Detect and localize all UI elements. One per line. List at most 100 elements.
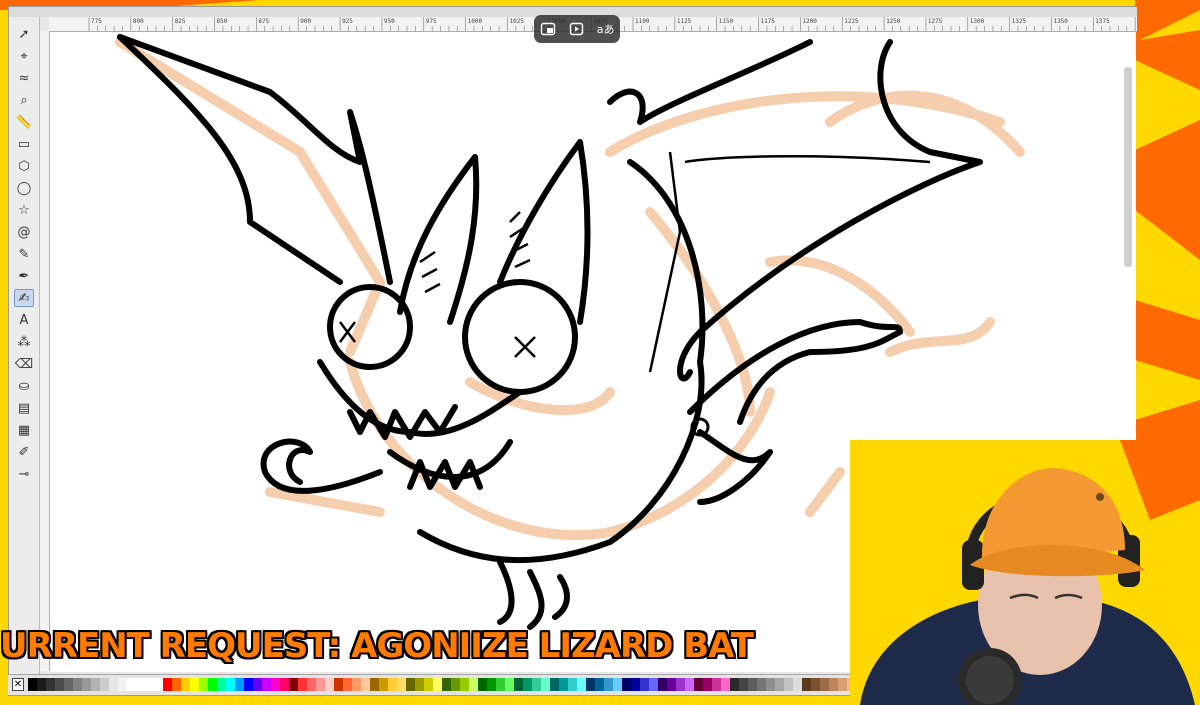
color-swatch[interactable] <box>604 678 613 691</box>
color-swatch[interactable] <box>730 678 739 691</box>
gradient-tool-icon[interactable]: ▤ <box>14 399 34 417</box>
color-swatch[interactable] <box>442 678 451 691</box>
color-swatch[interactable] <box>766 678 775 691</box>
3d-box-tool-icon[interactable]: ⬡ <box>14 157 34 175</box>
color-swatch[interactable] <box>55 678 64 691</box>
color-swatch[interactable] <box>226 678 235 691</box>
picture-in-picture-icon[interactable] <box>539 20 557 38</box>
color-swatch[interactable] <box>289 678 298 691</box>
color-swatch[interactable] <box>163 678 172 691</box>
color-swatch[interactable] <box>361 678 370 691</box>
pen-tool-icon[interactable]: ✒ <box>14 267 34 285</box>
selector-tool-icon[interactable]: ➚ <box>14 25 34 43</box>
color-swatch[interactable] <box>784 678 793 691</box>
color-swatch[interactable] <box>37 678 46 691</box>
color-swatch[interactable] <box>649 678 658 691</box>
zoom-tool-icon[interactable]: ⌕ <box>14 91 34 109</box>
tweak-tool-icon[interactable]: ≈ <box>14 69 34 87</box>
color-swatch[interactable] <box>127 678 136 691</box>
color-swatch[interactable] <box>739 678 748 691</box>
color-swatch[interactable] <box>775 678 784 691</box>
measure-tool-icon[interactable]: 📏 <box>14 113 34 131</box>
color-swatch[interactable] <box>370 678 379 691</box>
color-swatch[interactable] <box>343 678 352 691</box>
color-swatch[interactable] <box>406 678 415 691</box>
color-swatch[interactable] <box>64 678 73 691</box>
color-swatch[interactable] <box>748 678 757 691</box>
color-swatch[interactable] <box>640 678 649 691</box>
color-swatch[interactable] <box>811 678 820 691</box>
text-tool-icon[interactable]: A <box>14 311 34 329</box>
color-swatch[interactable] <box>658 678 667 691</box>
color-swatch[interactable] <box>316 678 325 691</box>
dropper-tool-icon[interactable]: ✐ <box>14 443 34 461</box>
ellipse-tool-icon[interactable]: ◯ <box>14 179 34 197</box>
vertical-ruler[interactable] <box>39 31 50 671</box>
rectangle-tool-icon[interactable]: ▭ <box>14 135 34 153</box>
color-swatch[interactable] <box>154 678 163 691</box>
star-tool-icon[interactable]: ☆ <box>14 201 34 219</box>
color-swatch[interactable] <box>109 678 118 691</box>
color-swatch[interactable] <box>505 678 514 691</box>
color-swatch[interactable] <box>460 678 469 691</box>
color-swatch[interactable] <box>244 678 253 691</box>
node-tool-icon[interactable]: ⌖ <box>14 47 34 65</box>
color-swatch[interactable] <box>451 678 460 691</box>
color-swatch[interactable] <box>415 678 424 691</box>
color-swatch[interactable] <box>262 678 271 691</box>
color-swatch[interactable] <box>271 678 280 691</box>
color-swatch[interactable] <box>667 678 676 691</box>
color-swatch[interactable] <box>523 678 532 691</box>
color-swatch[interactable] <box>721 678 730 691</box>
color-swatch[interactable] <box>298 678 307 691</box>
color-swatch[interactable] <box>217 678 226 691</box>
color-swatch[interactable] <box>613 678 622 691</box>
color-swatch[interactable] <box>100 678 109 691</box>
color-swatch[interactable] <box>397 678 406 691</box>
color-swatch[interactable] <box>379 678 388 691</box>
color-swatch[interactable] <box>829 678 838 691</box>
spiral-tool-icon[interactable]: @ <box>14 223 34 241</box>
color-swatch[interactable] <box>145 678 154 691</box>
color-swatch[interactable] <box>91 678 100 691</box>
color-swatch[interactable] <box>559 678 568 691</box>
color-swatch[interactable] <box>586 678 595 691</box>
no-paint-swatch[interactable]: ✕ <box>12 678 24 691</box>
eraser-tool-icon[interactable]: ⌫ <box>14 355 34 373</box>
color-swatch[interactable] <box>469 678 478 691</box>
color-swatch[interactable] <box>595 678 604 691</box>
translate-icon[interactable]: aあ <box>597 20 615 38</box>
color-swatch[interactable] <box>838 678 847 691</box>
paint-bucket-tool-icon[interactable]: ⛀ <box>14 377 34 395</box>
color-swatch[interactable] <box>676 678 685 691</box>
color-swatch[interactable] <box>487 678 496 691</box>
connector-tool-icon[interactable]: ⊸ <box>14 465 34 483</box>
color-swatch[interactable] <box>190 678 199 691</box>
color-swatch[interactable] <box>496 678 505 691</box>
color-swatch[interactable] <box>46 678 55 691</box>
color-swatch[interactable] <box>82 678 91 691</box>
color-swatch[interactable] <box>280 678 289 691</box>
color-swatch[interactable] <box>568 678 577 691</box>
color-swatch[interactable] <box>793 678 802 691</box>
color-swatch[interactable] <box>820 678 829 691</box>
color-swatch[interactable] <box>577 678 586 691</box>
color-swatch[interactable] <box>388 678 397 691</box>
sparkle-video-icon[interactable] <box>568 20 586 38</box>
color-swatch[interactable] <box>235 678 244 691</box>
color-swatch[interactable] <box>199 678 208 691</box>
vertical-scrollbar[interactable] <box>1124 67 1132 267</box>
color-swatch[interactable] <box>622 678 631 691</box>
color-swatch[interactable] <box>757 678 766 691</box>
color-swatch[interactable] <box>307 678 316 691</box>
color-swatch[interactable] <box>28 678 37 691</box>
color-swatch[interactable] <box>712 678 721 691</box>
color-swatch[interactable] <box>136 678 145 691</box>
color-swatch[interactable] <box>433 678 442 691</box>
color-swatch[interactable] <box>253 678 262 691</box>
color-swatch[interactable] <box>514 678 523 691</box>
color-swatch[interactable] <box>73 678 82 691</box>
color-swatch[interactable] <box>172 678 181 691</box>
spray-tool-icon[interactable]: ⁂ <box>14 333 34 351</box>
color-swatch[interactable] <box>325 678 334 691</box>
